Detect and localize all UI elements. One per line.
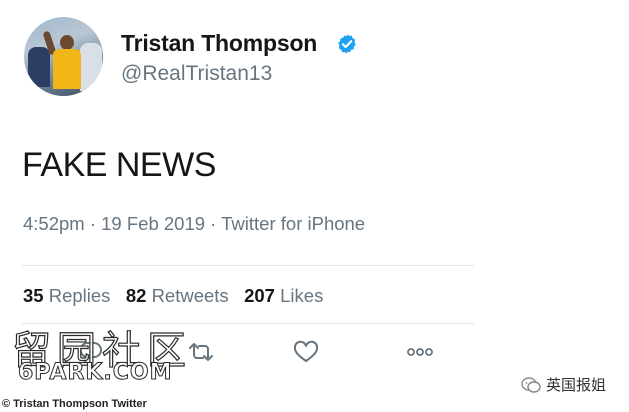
tweet-timestamp[interactable]: 4:52pm · 19 Feb 2019 · Twitter for iPhon… (23, 213, 365, 235)
heart-icon[interactable] (293, 340, 319, 364)
avatar-jersey (53, 49, 81, 89)
wechat-icon (521, 377, 541, 393)
tweet-text: FAKE NEWS (22, 146, 216, 184)
source-account-name: 英国报姐 (546, 377, 607, 394)
tweet-stats: 35 Replies 82 Retweets 207 Likes (23, 285, 323, 307)
replies-count: 35 (23, 285, 44, 306)
retweets-count: 82 (125, 285, 147, 306)
photo-credit-caption: © Tristan Thompson Twitter (2, 398, 147, 410)
more-dots-icon[interactable] (405, 340, 435, 364)
profile-avatar[interactable] (24, 17, 103, 96)
avatar-bg-figure (28, 47, 50, 87)
profile-handle[interactable]: @RealTristan13 (121, 62, 272, 86)
divider (22, 265, 474, 266)
likes-count: 207 (244, 285, 275, 306)
watermark-url: 6PARK.COM (18, 360, 173, 386)
retweets-label[interactable]: Retweets (152, 285, 229, 306)
profile-name[interactable]: Tristan Thompson (121, 30, 317, 57)
replies-label[interactable]: Replies (49, 285, 111, 306)
avatar-head (60, 35, 74, 50)
avatar-bg-figure (80, 43, 102, 91)
likes-label[interactable]: Likes (280, 285, 323, 306)
verified-badge-icon (338, 34, 356, 54)
